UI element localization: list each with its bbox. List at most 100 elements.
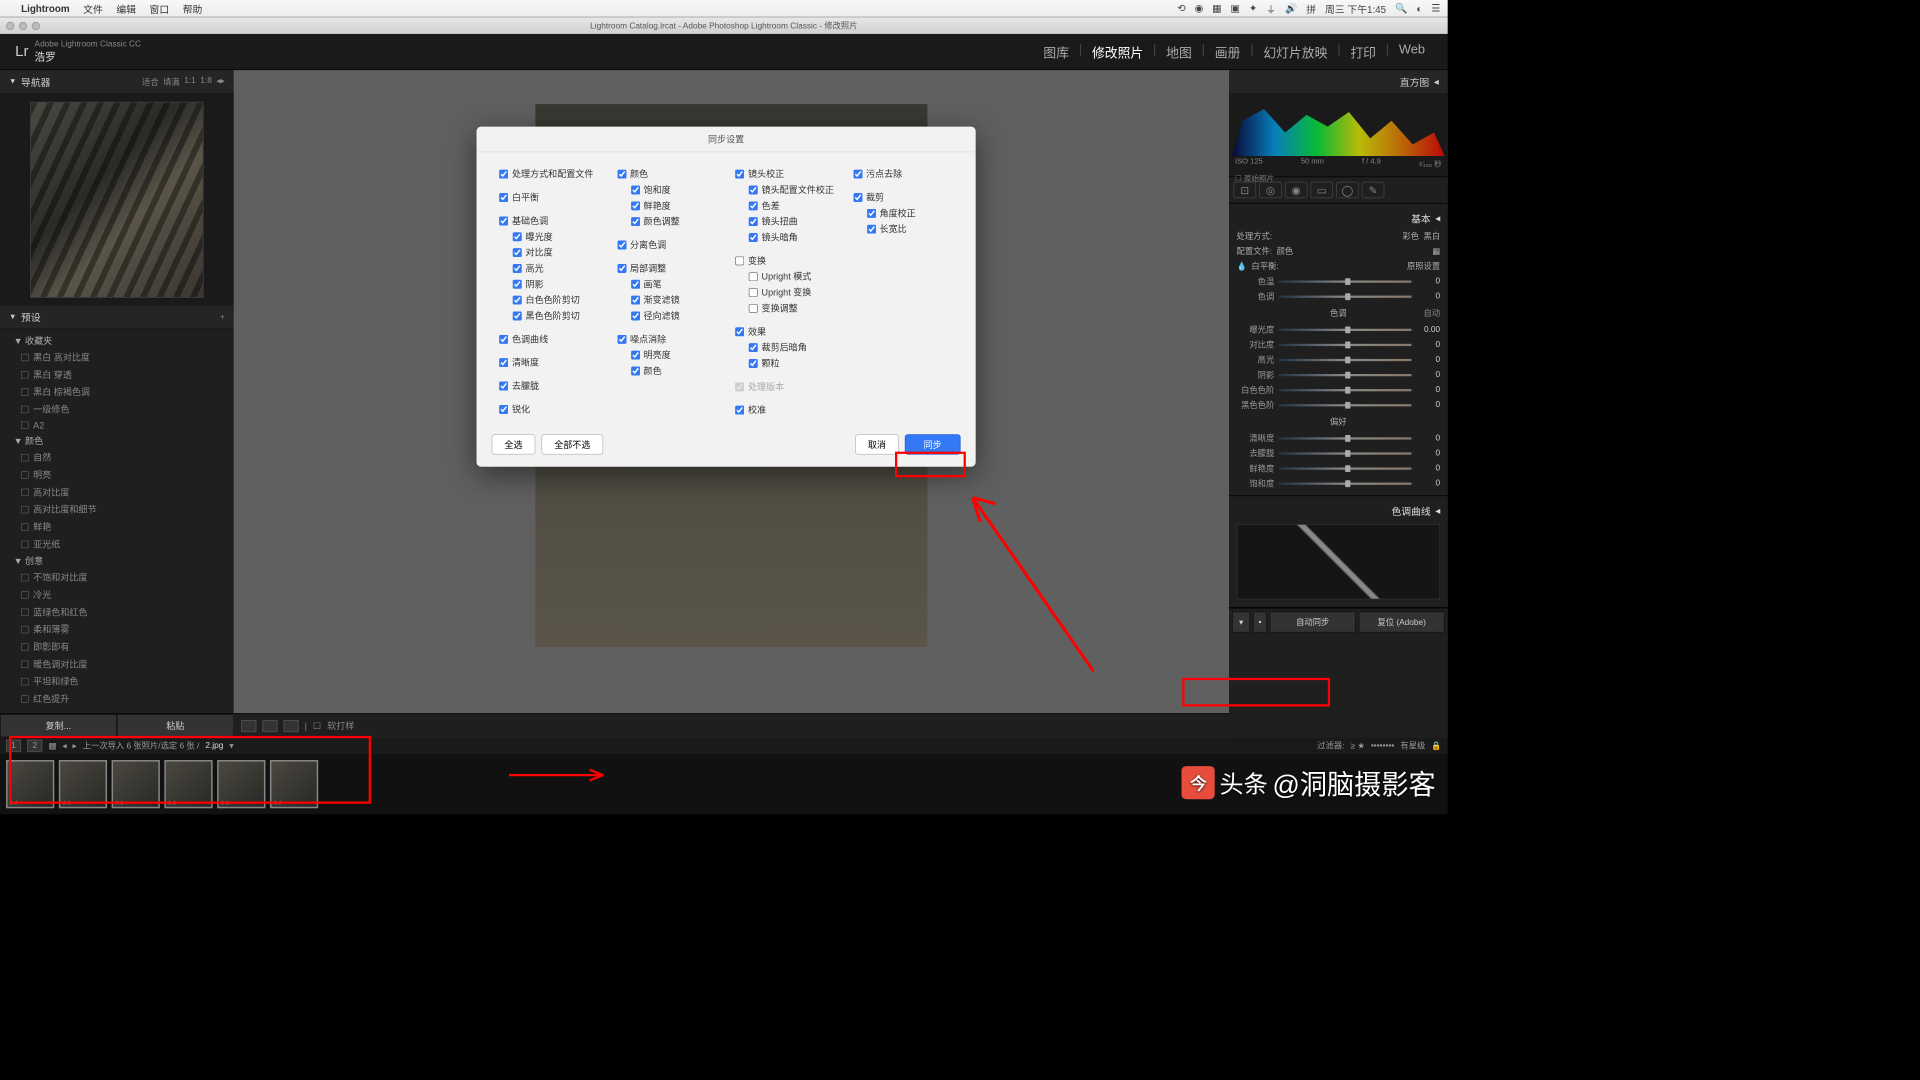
film-thumb[interactable] bbox=[6, 760, 54, 808]
status-icon[interactable]: ◉ bbox=[1195, 2, 1204, 14]
sync-checkbox-明亮度[interactable]: 明亮度 bbox=[617, 347, 717, 363]
preset-item[interactable]: 一级修色 bbox=[0, 400, 234, 417]
sync-checkbox-裁剪后暗角[interactable]: 裁剪后暗角 bbox=[735, 339, 835, 355]
reset-button[interactable]: 复位 (Adobe) bbox=[1359, 611, 1445, 632]
film-thumb[interactable] bbox=[164, 760, 212, 808]
sync-checkbox-镜头暗角[interactable]: 镜头暗角 bbox=[735, 229, 835, 245]
wifi-icon[interactable]: ⏚ bbox=[1266, 1, 1276, 15]
sync-checkbox-清晰度[interactable]: 清晰度 bbox=[499, 354, 599, 370]
sync-checkbox-颜色[interactable]: 颜色 bbox=[617, 363, 717, 379]
monitor-2[interactable]: 2 bbox=[27, 740, 42, 752]
status-icon[interactable]: ▣ bbox=[1230, 2, 1239, 14]
select-all-button[interactable]: 全选 bbox=[492, 434, 536, 454]
saturation-slider[interactable] bbox=[1279, 482, 1412, 484]
sync-checkbox-颗粒[interactable]: 颗粒 bbox=[735, 355, 835, 371]
menu-edit[interactable]: 编辑 bbox=[116, 1, 136, 15]
tint-slider[interactable] bbox=[1279, 295, 1412, 297]
chevron-icon[interactable]: ◂▸ bbox=[216, 76, 224, 88]
preset-item[interactable]: 鲜艳 bbox=[0, 518, 234, 535]
sync-checkbox-基础色调[interactable]: 基础色调 bbox=[499, 213, 599, 229]
sync-checkbox-白色色阶剪切[interactable]: 白色色阶剪切 bbox=[499, 292, 599, 308]
filter-lock-icon[interactable]: 🔒 bbox=[1431, 741, 1441, 751]
preset-item[interactable]: 黑白 穿透 bbox=[0, 366, 234, 383]
preset-group[interactable]: ▼ 收藏夹 bbox=[0, 333, 234, 349]
tone-curve[interactable] bbox=[1237, 524, 1441, 599]
sync-checkbox-分离色调[interactable]: 分离色调 bbox=[617, 237, 717, 253]
search-icon[interactable]: 🔍 bbox=[1395, 2, 1407, 14]
navigator-preview[interactable] bbox=[0, 94, 234, 305]
navigator-header[interactable]: ▼ 导航器 适合 填满 1:1 1:8 ◂▸ bbox=[0, 70, 234, 94]
sync-checkbox-Upright 变换[interactable]: Upright 变换 bbox=[735, 284, 835, 300]
sync-checkbox-渐变滤镜[interactable]: 渐变滤镜 bbox=[617, 292, 717, 308]
sync-checkbox-颜色[interactable]: 颜色 bbox=[617, 166, 717, 182]
sync-checkbox-镜头校正[interactable]: 镜头校正 bbox=[735, 166, 835, 182]
temp-slider[interactable] bbox=[1279, 280, 1412, 282]
sync-checkbox-裁剪[interactable]: 裁剪 bbox=[853, 189, 953, 205]
menu-file[interactable]: 文件 bbox=[83, 1, 103, 15]
basic-title[interactable]: 基本 bbox=[1411, 211, 1431, 225]
nav-next-icon[interactable]: ▸ bbox=[73, 741, 77, 751]
wb-value[interactable]: 原照设置 bbox=[1407, 260, 1440, 272]
sync-checkbox-Upright 模式[interactable]: Upright 模式 bbox=[735, 268, 835, 284]
sync-checkbox-去朦胧[interactable]: 去朦胧 bbox=[499, 378, 599, 394]
sync-checkbox-鲜艳度[interactable]: 鲜艳度 bbox=[617, 198, 717, 214]
preset-item[interactable]: 暖色调对比度 bbox=[0, 655, 234, 672]
add-icon[interactable]: + bbox=[220, 313, 225, 322]
nav-map[interactable]: 地图 bbox=[1159, 41, 1200, 63]
sync-checkbox-色差[interactable]: 色差 bbox=[735, 198, 835, 214]
sync-checkbox-长宽比[interactable]: 长宽比 bbox=[853, 221, 953, 237]
dehaze-slider[interactable] bbox=[1279, 452, 1412, 454]
softproof-label[interactable]: 软打样 bbox=[327, 719, 354, 732]
sync-checkbox-噪点消除[interactable]: 噪点消除 bbox=[617, 331, 717, 347]
preset-item[interactable]: 柔和薄雾 bbox=[0, 621, 234, 638]
sync-checkbox-效果[interactable]: 效果 bbox=[735, 323, 835, 339]
preset-item[interactable]: 红色提升 bbox=[0, 690, 234, 707]
preset-group[interactable]: ▼ 创意 bbox=[0, 553, 234, 569]
filter-ge[interactable]: ≥ ★ bbox=[1351, 741, 1365, 751]
eyedropper-icon[interactable]: 💧 bbox=[1237, 261, 1247, 271]
sync-checkbox-局部调整[interactable]: 局部调整 bbox=[617, 260, 717, 276]
sync-checkbox-曝光度[interactable]: 曝光度 bbox=[499, 228, 599, 244]
status-icon[interactable]: ✦ bbox=[1249, 2, 1257, 14]
filter-flags[interactable]: ▪▪▪▪▪▪▪▪ bbox=[1371, 741, 1395, 750]
sync-checkbox-镜头配置文件校正[interactable]: 镜头配置文件校正 bbox=[735, 182, 835, 198]
autosync-button[interactable]: 自动同步 bbox=[1270, 611, 1356, 632]
zoom-fill[interactable]: 填满 bbox=[163, 76, 180, 88]
sync-checkbox-变换调整[interactable]: 变换调整 bbox=[735, 300, 835, 316]
volume-icon[interactable]: 🔊 bbox=[1285, 2, 1297, 14]
sync-checkbox-画笔[interactable]: 画笔 bbox=[617, 276, 717, 292]
blacks-slider[interactable] bbox=[1279, 404, 1412, 406]
view-icon[interactable] bbox=[241, 720, 256, 732]
sync-checkbox-角度校正[interactable]: 角度校正 bbox=[853, 205, 953, 221]
grid-icon[interactable]: ▦ bbox=[48, 741, 56, 751]
vibrance-slider[interactable] bbox=[1279, 467, 1412, 469]
preset-item[interactable]: 冷光 bbox=[0, 586, 234, 603]
compare-icon[interactable] bbox=[262, 720, 277, 732]
sync-checkbox-处理方式和配置文件[interactable]: 处理方式和配置文件 bbox=[499, 166, 599, 182]
preset-item[interactable]: 黑白 高对比度 bbox=[0, 348, 234, 365]
treatment-bw[interactable]: 黑白 bbox=[1424, 230, 1441, 242]
cancel-button[interactable]: 取消 bbox=[855, 434, 899, 454]
preset-item[interactable]: 黑白 棕褐色调 bbox=[0, 383, 234, 400]
sync-checkbox-径向滤镜[interactable]: 径向滤镜 bbox=[617, 308, 717, 324]
sync-checkbox-阴影[interactable]: 阴影 bbox=[499, 276, 599, 292]
sync-checkbox[interactable]: ▪ bbox=[1253, 611, 1267, 632]
preset-item[interactable]: 亚光纸 bbox=[0, 535, 234, 552]
sync-checkbox-黑色色阶剪切[interactable]: 黑色色阶剪切 bbox=[499, 308, 599, 324]
preset-item[interactable]: 高对比度和细节 bbox=[0, 501, 234, 518]
sync-checkbox-污点去除[interactable]: 污点去除 bbox=[853, 166, 953, 182]
app-name[interactable]: Lightroom bbox=[21, 3, 69, 14]
paste-button[interactable]: 粘贴 bbox=[117, 714, 234, 737]
softproof-check[interactable]: ☐ bbox=[313, 720, 321, 731]
sync-button[interactable]: 同步 bbox=[905, 434, 961, 454]
sync-checkbox-颜色调整[interactable]: 颜色调整 bbox=[617, 213, 717, 229]
sync-checkbox-色调曲线[interactable]: 色调曲线 bbox=[499, 331, 599, 347]
preset-item[interactable]: 高对比度 bbox=[0, 483, 234, 500]
auto-button[interactable]: 自动 bbox=[1424, 307, 1441, 319]
histogram-header[interactable]: 直方图 ◂ bbox=[1229, 70, 1448, 94]
preset-item[interactable]: 明亮 bbox=[0, 466, 234, 483]
sync-checkbox-对比度[interactable]: 对比度 bbox=[499, 244, 599, 260]
treatment-color[interactable]: 彩色 bbox=[1402, 230, 1419, 242]
select-none-button[interactable]: 全部不选 bbox=[541, 434, 603, 454]
preset-item[interactable]: 自然 bbox=[0, 449, 234, 466]
